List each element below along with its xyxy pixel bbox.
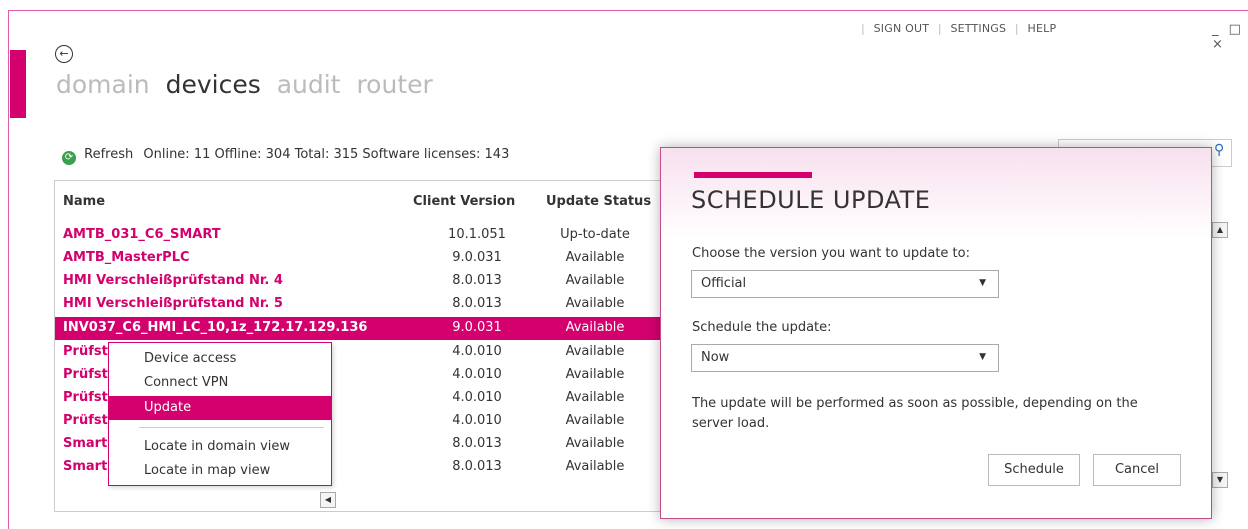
device-toolbar: ⟳ Refresh Online: 11 Offline: 304 Total:… [62,147,509,165]
device-name[interactable]: Prüfst [63,390,108,405]
refresh-button[interactable]: Refresh [84,147,133,162]
column-header-status[interactable]: Update Status [546,194,651,209]
scroll-down-arrow-icon[interactable]: ▼ [1212,472,1228,488]
client-version: 9.0.031 [452,320,502,335]
dialog-title: SCHEDULE UPDATE [691,186,931,214]
menu-separator [139,427,324,428]
device-name[interactable]: Smart [63,459,107,474]
client-version: 10.1.051 [448,227,506,242]
device-name[interactable]: INV037_C6_HMI_LC_10,1z_172.17.129.136 [63,320,367,335]
table-header: Name Client Version Update Status [55,181,667,223]
dialog-accent-bar [694,172,812,178]
device-name[interactable]: HMI Verschleißprüfstand Nr. 5 [63,296,283,311]
schedule-label: Schedule the update: [692,320,832,335]
table-row-selected[interactable]: INV037_C6_HMI_LC_10,1z_172.17.129.136 9.… [55,317,667,340]
client-version: 4.0.010 [452,367,502,382]
sign-out-link[interactable]: SIGN OUT [874,22,930,35]
table-row[interactable]: HMI Verschleißprüfstand Nr. 4 8.0.013 Av… [55,270,667,293]
window-controls[interactable]: _ □ × [1212,22,1248,52]
table-row[interactable]: AMTB_031_C6_SMART 10.1.051 Up-to-date [55,224,667,247]
schedule-update-dialog: SCHEDULE UPDATE Choose the version you w… [660,147,1212,519]
menu-item-locate-map[interactable]: Locate in map view [109,459,331,483]
update-status: Available [565,273,625,288]
device-name[interactable]: Smart [63,436,107,451]
device-name[interactable]: Prüfst [63,413,108,428]
chevron-down-icon: ▼ [979,352,986,362]
back-arrow-icon[interactable]: ← [55,45,73,63]
device-name[interactable]: Prüfst [63,367,108,382]
main-nav: domain devices audit router [56,70,441,99]
client-version: 8.0.013 [452,459,502,474]
settings-link[interactable]: SETTINGS [950,22,1006,35]
version-label: Choose the version you want to update to… [692,246,970,261]
update-status: Available [565,459,625,474]
client-version: 8.0.013 [452,436,502,451]
client-version: 8.0.013 [452,296,502,311]
menu-item-connect-vpn[interactable]: Connect VPN [109,371,331,395]
update-status: Available [565,296,625,311]
version-select[interactable]: Official ▼ [691,270,999,298]
update-status: Available [565,344,625,359]
update-status: Available [565,320,625,335]
tab-audit[interactable]: audit [277,70,341,99]
refresh-icon[interactable]: ⟳ [62,151,76,165]
update-note: The update will be performed as soon as … [692,396,1138,431]
update-status: Available [565,436,625,451]
device-name[interactable]: AMTB_MasterPLC [63,250,190,265]
chevron-down-icon: ▼ [979,278,986,288]
menu-item-locate-domain[interactable]: Locate in domain view [109,435,331,459]
client-version: 9.0.031 [452,250,502,265]
update-status: Available [565,390,625,405]
column-header-name[interactable]: Name [63,194,105,209]
column-header-version[interactable]: Client Version [413,194,515,209]
update-status: Available [565,250,625,265]
device-name[interactable]: Prüfst [63,344,108,359]
header-links: | SIGN OUT | SETTINGS | HELP [861,22,1057,35]
menu-item-update[interactable]: Update [109,396,331,420]
tab-devices[interactable]: devices [166,70,261,99]
device-name[interactable]: AMTB_031_C6_SMART [63,227,221,242]
schedule-button[interactable]: Schedule [988,454,1080,486]
update-status: Up-to-date [560,227,630,242]
context-menu: Device access Connect VPN Update Locate … [108,342,332,486]
device-stats: Online: 11 Offline: 304 Total: 315 Softw… [143,147,510,162]
schedule-select[interactable]: Now ▼ [691,344,999,372]
client-version: 4.0.010 [452,344,502,359]
tab-router[interactable]: router [356,70,432,99]
version-select-value: Official [701,276,747,291]
client-version: 8.0.013 [452,273,502,288]
scroll-left-arrow-icon[interactable]: ◀ [320,492,336,508]
menu-item-device-access[interactable]: Device access [109,347,331,371]
update-status: Available [565,367,625,382]
tab-domain[interactable]: domain [56,70,150,99]
scroll-up-arrow-icon[interactable]: ▲ [1212,222,1228,238]
cancel-button[interactable]: Cancel [1093,454,1181,486]
table-row[interactable]: AMTB_MasterPLC 9.0.031 Available [55,247,667,270]
device-name[interactable]: HMI Verschleißprüfstand Nr. 4 [63,273,283,288]
search-icon[interactable]: ⚲ [1214,142,1224,158]
table-row[interactable]: HMI Verschleißprüfstand Nr. 5 8.0.013 Av… [55,293,667,316]
update-status: Available [565,413,625,428]
brand-accent-bar [10,50,26,118]
help-link[interactable]: HELP [1028,22,1057,35]
schedule-select-value: Now [701,350,730,365]
client-version: 4.0.010 [452,413,502,428]
client-version: 4.0.010 [452,390,502,405]
